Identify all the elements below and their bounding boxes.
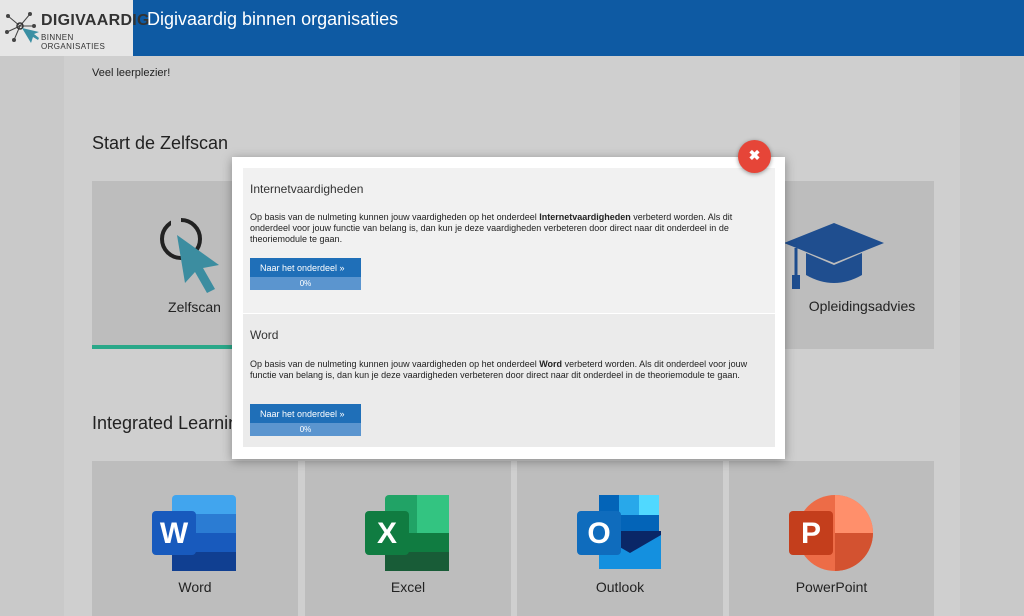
naar-onderdeel-button[interactable]: Naar het onderdeel »	[250, 258, 361, 277]
progress-label: 0%	[299, 425, 312, 434]
tile-label-outlook: Outlook	[595, 579, 645, 595]
graduation-cap-icon	[784, 223, 884, 289]
progress-bar: 0%	[250, 277, 361, 290]
word-icon-letter: W	[160, 517, 189, 550]
logo-subtitle: BINNEN ORGANISATIES	[41, 33, 106, 51]
integrated-section-title: Integrated Learning	[92, 413, 249, 433]
progress-label: 0%	[299, 279, 312, 288]
progress-bar: 0%	[250, 423, 361, 436]
tile-excel[interactable]: X Excel	[305, 461, 511, 616]
close-button[interactable]: ✖	[738, 140, 771, 173]
tile-label-word: Word	[178, 579, 212, 595]
tile-powerpoint[interactable]: P PowerPoint	[729, 461, 934, 616]
tile-label-powerpoint: PowerPoint	[795, 579, 868, 595]
logo[interactable]: DIGIVAARDIG BINNEN ORGANISATIES	[0, 0, 149, 56]
excel-icon: X	[365, 495, 449, 571]
outlook-icon: O	[577, 495, 661, 569]
app-title: Digivaardig binnen organisaties	[147, 9, 399, 29]
powerpoint-icon: P	[789, 495, 873, 571]
tile-outlook[interactable]: O Outlook	[517, 461, 723, 616]
modal-item-title: Internetvaardigheden	[250, 182, 364, 196]
modal-item-word: Word Op basis van de nulmeting kunnen jo…	[243, 314, 775, 447]
network-cursor-icon	[5, 12, 39, 43]
close-icon: ✖	[748, 147, 761, 163]
intro-text: Veel leerplezier!	[92, 67, 171, 79]
top-header: DIGIVAARDIG BINNEN ORGANISATIES Digivaar…	[0, 0, 1024, 56]
modal-item-internetvaardigheden: Internetvaardigheden Op basis van de nul…	[243, 168, 775, 313]
modal-item-title: Word	[250, 328, 279, 342]
cursor-click-icon	[160, 217, 219, 293]
tile-label-opleidingsadvies: Opleidingsadvies	[808, 298, 916, 314]
outlook-icon-letter: O	[587, 517, 610, 550]
naar-onderdeel-button[interactable]: Naar het onderdeel »	[250, 404, 361, 423]
logo-title: DIGIVAARDIG	[41, 12, 150, 29]
tile-word[interactable]: W Word	[92, 461, 298, 616]
tile-label-excel: Excel	[390, 579, 426, 595]
modal-item-description: Op basis van de nulmeting kunnen jouw va…	[250, 212, 733, 244]
powerpoint-icon-letter: P	[801, 517, 821, 550]
modal-item-description: Op basis van de nulmeting kunnen jouw va…	[250, 359, 748, 380]
excel-icon-letter: X	[377, 517, 397, 550]
zelfscan-section-title: Start de Zelfscan	[92, 133, 229, 153]
word-icon: W	[152, 495, 236, 571]
